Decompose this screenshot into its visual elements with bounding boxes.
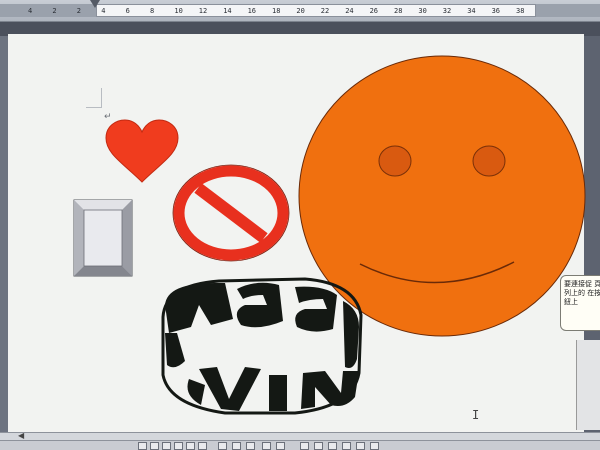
toolbar-button[interactable] <box>300 442 309 450</box>
ruler-tick-label: 18 <box>272 7 281 15</box>
ruler-tick-label: 2 <box>52 7 57 15</box>
toolbar-button[interactable] <box>314 442 323 450</box>
ruler-tick-label: 34 <box>467 7 476 15</box>
ruler-tick-label: 12 <box>198 7 208 15</box>
ruler-tick-label: 36 <box>491 7 501 15</box>
toolbar-button[interactable] <box>276 442 285 450</box>
ruler-tick-label: 22 <box>320 7 330 15</box>
toolbar-button[interactable] <box>370 442 379 450</box>
ruler-tick-label: 16 <box>247 7 257 15</box>
horizontal-scrollbar[interactable] <box>0 432 600 440</box>
text-cursor-icon: I <box>472 408 480 422</box>
toolbar-button[interactable] <box>162 442 171 450</box>
toolbar-button[interactable] <box>218 442 227 450</box>
callout-text: 要連接促 頁列上的 在按鈕上 <box>564 280 600 306</box>
ruler-tick-label: 28 <box>394 7 403 15</box>
toolbar-button[interactable] <box>150 442 159 450</box>
drawing-toolbar <box>0 440 600 450</box>
toolbar-button[interactable] <box>342 442 351 450</box>
ruler-tick-label: 14 <box>223 7 232 15</box>
ruler-tick-label: 30 <box>418 7 427 15</box>
ruler-tick-label: 26 <box>369 7 379 15</box>
toolbar-button[interactable] <box>138 442 147 450</box>
toolbar-button[interactable] <box>246 442 255 450</box>
toolbar-button[interactable] <box>186 442 195 450</box>
ruler-tick-label: 8 <box>150 7 155 15</box>
toolbar-button[interactable] <box>328 442 337 450</box>
ruler-tick-label: 20 <box>296 7 305 15</box>
ruler-tick-label: 4 <box>28 7 33 15</box>
ruler-tick-label: 6 <box>125 7 130 15</box>
ruler-tick-label: 24 <box>345 7 354 15</box>
toolbar-button[interactable] <box>356 442 365 450</box>
ruler-tick-label: 32 <box>442 7 452 15</box>
ruler-tick-label: 38 <box>516 7 525 15</box>
horizontal-ruler[interactable]: 4 2 2 4 6 8 10 12 14 16 18 20 22 24 26 28 30 32 34 36 38 <box>0 0 600 22</box>
indent-marker[interactable] <box>90 0 100 10</box>
wordart-ring[interactable] <box>155 275 367 417</box>
page-corner-mark <box>86 88 102 108</box>
help-callout[interactable]: 要連接促 頁列上的 在按鈕上 <box>560 275 600 331</box>
heart-shape[interactable] <box>104 118 180 184</box>
right-panel <box>576 340 600 430</box>
toolbar-button[interactable] <box>232 442 241 450</box>
scroll-left-arrow-icon[interactable]: ◀ <box>18 431 24 440</box>
toolbar-button[interactable] <box>262 442 271 450</box>
ruler-tick-label: 4 <box>101 7 106 15</box>
left-margin-area <box>0 36 8 432</box>
ruler-tick-label: 10 <box>174 7 183 15</box>
ruler-tick-label: 2 <box>76 7 82 15</box>
smiley-left-eye <box>378 145 412 177</box>
bevel-shape[interactable] <box>72 198 136 280</box>
toolbar-button[interactable] <box>198 442 207 450</box>
toolbar-button[interactable] <box>174 442 183 450</box>
ruler-right-margin <box>536 4 600 17</box>
no-symbol-shape[interactable] <box>172 164 290 262</box>
smiley-right-eye <box>472 145 506 177</box>
ruler-left-margin <box>0 4 96 17</box>
